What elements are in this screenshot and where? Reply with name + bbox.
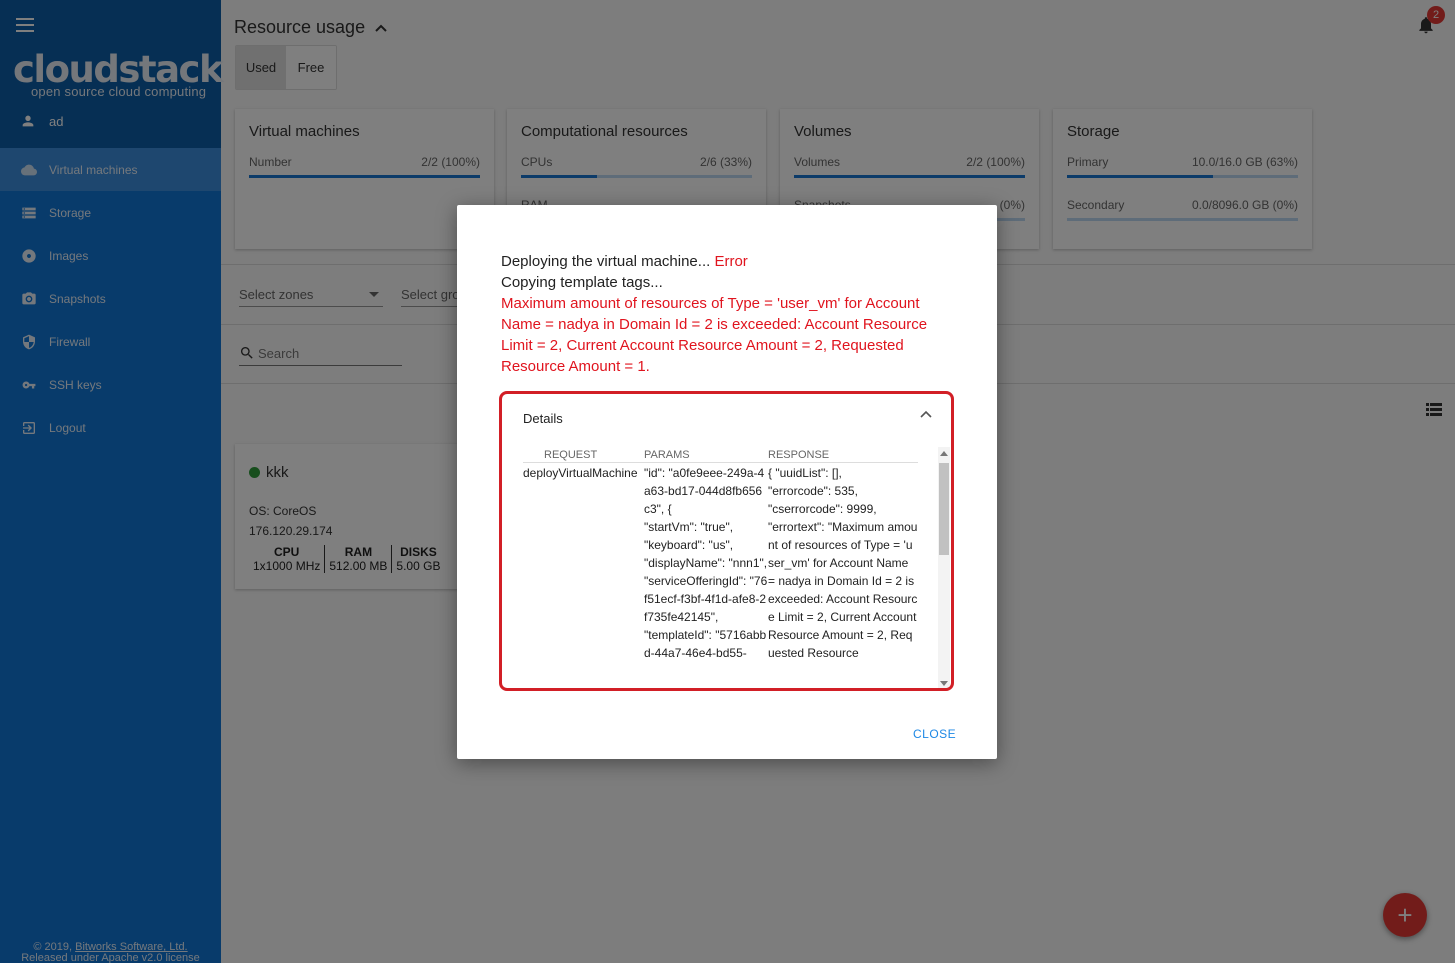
copying-tags-text: Copying template tags...: [501, 274, 663, 291]
details-title[interactable]: Details: [523, 411, 563, 426]
details-panel: Details REQUEST PARAMS RESPONSE deployVi…: [499, 391, 954, 691]
col-params: PARAMS: [644, 449, 690, 461]
error-message: Maximum amount of resources of Type = 'u…: [501, 295, 928, 375]
table-row: deployVirtualMachine "id": "a0fe9eee-249…: [523, 463, 918, 662]
close-button[interactable]: CLOSE: [913, 727, 956, 741]
deploy-error-dialog: Deploying the virtual machine... Error C…: [457, 205, 997, 759]
details-scrollbar[interactable]: [938, 447, 950, 688]
cell-params: "id": "a0fe9eee-249a-4a63-bd17-044d8fb65…: [644, 466, 768, 660]
collapse-chevron-icon[interactable]: [920, 410, 932, 418]
scroll-thumb[interactable]: [939, 463, 949, 555]
cell-response: { "uuidList": [], "errorcode": 535, "cse…: [768, 466, 918, 660]
details-table: REQUEST PARAMS RESPONSE deployVirtualMac…: [523, 449, 918, 662]
cell-request: deployVirtualMachine: [523, 466, 638, 480]
dialog-message: Deploying the virtual machine... Error C…: [501, 251, 951, 377]
table-header: REQUEST PARAMS RESPONSE: [523, 449, 918, 463]
col-request: REQUEST: [544, 449, 598, 461]
col-response: RESPONSE: [768, 449, 830, 461]
error-status: Error: [714, 253, 748, 270]
scroll-up-icon[interactable]: [940, 451, 948, 456]
scroll-down-icon[interactable]: [940, 681, 948, 686]
deploy-status-text: Deploying the virtual machine...: [501, 253, 715, 270]
